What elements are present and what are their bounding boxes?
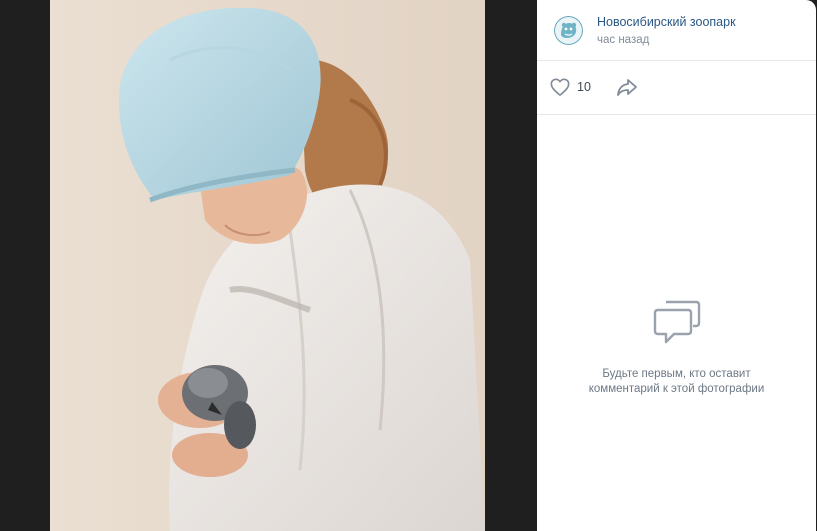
- share-arrow-icon: [617, 79, 637, 96]
- like-button[interactable]: 10: [549, 75, 591, 99]
- comments-bubble-icon: [653, 300, 700, 344]
- side-panel: Новосибирский зоопарк час назад 10 Будьт…: [537, 0, 816, 531]
- author-name-link[interactable]: Новосибирский зоопарк: [597, 15, 736, 29]
- post-photo[interactable]: [50, 0, 485, 531]
- photo-viewer: Новосибирский зоопарк час назад 10 Будьт…: [0, 0, 817, 531]
- snow-leopard-logo-icon: [554, 16, 583, 45]
- post-time[interactable]: час назад: [597, 34, 649, 46]
- empty-comments-line1: Будьте первым, кто оставит: [602, 368, 751, 380]
- empty-comments-placeholder: Будьте первым, кто оставит комментарий к…: [537, 298, 816, 397]
- post-actions: 10: [537, 61, 816, 115]
- share-button[interactable]: [615, 75, 639, 99]
- like-count: 10: [577, 80, 591, 94]
- heart-outline-icon: [550, 78, 570, 96]
- photo-area[interactable]: [0, 0, 537, 531]
- empty-comments-line2: комментарий к этой фотографии: [588, 383, 765, 395]
- author-avatar[interactable]: [554, 16, 583, 45]
- empty-comments-text: Будьте первым, кто оставит комментарий к…: [537, 367, 816, 397]
- post-author: Новосибирский зоопарк час назад: [537, 0, 816, 61]
- zookeeper-penguin-photo: [50, 0, 485, 531]
